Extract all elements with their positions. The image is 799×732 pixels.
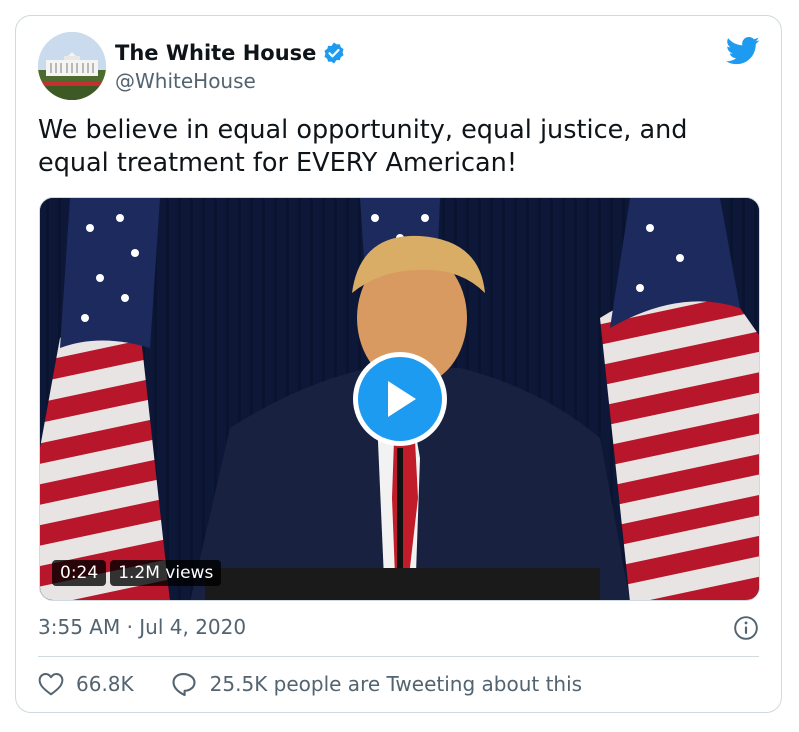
conversation-text: 25.5K people are Tweeting about this [209,672,583,696]
heart-icon [38,673,64,696]
account-name[interactable]: The White House [115,41,346,65]
play-button-inner[interactable] [358,357,442,441]
play-icon [388,381,416,417]
tweet-card[interactable]: The White House @WhiteHouse We believe i… [15,15,782,713]
video-duration: 0:24 [52,560,107,586]
tweet-text: We believe in equal opportunity, equal j… [38,114,758,180]
video-views: 1.2M views [110,560,222,586]
divider [38,656,759,657]
comment-icon [172,673,196,697]
verified-badge-icon [324,42,344,64]
like-count: 66.8K [76,672,134,696]
video-player[interactable]: 0:24 1.2M views [39,197,760,601]
avatar[interactable] [38,32,106,100]
tweet-text-line-1: We believe in equal opportunity, equal j… [38,115,688,145]
tweet-timestamp[interactable]: 3:55 AM · Jul 4, 2020 [38,615,246,639]
info-icon[interactable] [733,615,759,641]
play-button[interactable] [353,352,447,446]
video-badges: 0:24 1.2M views [52,560,222,586]
account-handle[interactable]: @WhiteHouse [115,69,256,93]
white-house-image [38,32,106,100]
display-name[interactable]: The White House [115,41,316,65]
conversation-link[interactable]: 25.5K people are Tweeting about this [170,671,582,697]
tweet-actions: 66.8K 25.5K people are Tweeting about th… [38,671,582,697]
twitter-bird-icon[interactable] [726,36,760,66]
like-button[interactable]: 66.8K [38,672,134,696]
tweet-text-line-2: equal treatment for EVERY American! [38,148,518,178]
